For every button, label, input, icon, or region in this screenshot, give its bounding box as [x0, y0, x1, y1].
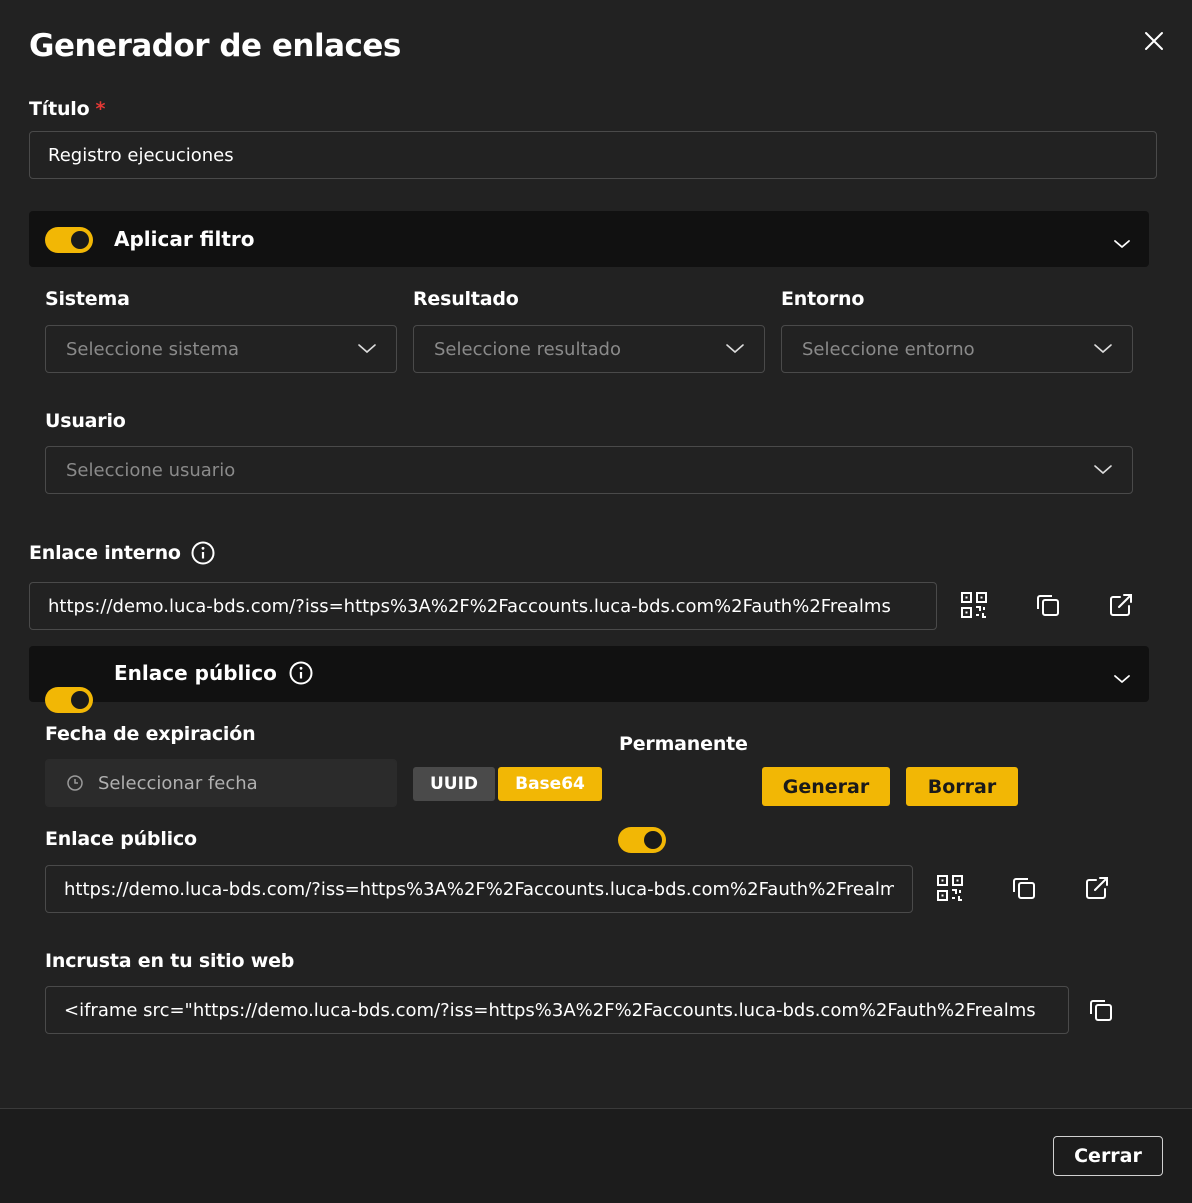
enlace-publico-label: Enlace público: [45, 828, 197, 850]
incrusta-input[interactable]: <iframe src="https://demo.luca-bds.com/?…: [45, 986, 1069, 1034]
enlace-interno-label-text: Enlace interno: [29, 542, 181, 564]
external-link-icon[interactable]: [1082, 873, 1112, 903]
info-icon[interactable]: [191, 541, 215, 565]
resultado-select[interactable]: Seleccione resultado: [413, 325, 765, 373]
permanente-toggle[interactable]: [618, 827, 666, 853]
sistema-select[interactable]: Seleccione sistema: [45, 325, 397, 373]
usuario-select[interactable]: Seleccione usuario: [45, 446, 1133, 494]
copy-icon[interactable]: [1086, 995, 1116, 1025]
generar-button[interactable]: Generar: [762, 767, 890, 806]
entorno-label: Entorno: [781, 288, 865, 310]
enlace-interno-value: https://demo.luca-bds.com/?iss=https%3A%…: [48, 595, 891, 617]
entorno-select[interactable]: Seleccione entorno: [781, 325, 1133, 373]
dialog-title: Generador de enlaces: [29, 28, 401, 64]
copy-icon[interactable]: [1009, 873, 1039, 903]
borrar-button[interactable]: Borrar: [906, 767, 1018, 806]
close-button[interactable]: Cerrar: [1053, 1136, 1163, 1176]
chevron-down-icon[interactable]: [1113, 234, 1131, 253]
public-link-panel-title-text: Enlace público: [114, 661, 277, 685]
resultado-label: Resultado: [413, 288, 519, 310]
titulo-label-text: Título: [29, 98, 90, 120]
info-icon[interactable]: [289, 661, 313, 685]
titulo-input-value: Registro ejecuciones: [48, 144, 234, 166]
incrusta-label: Incrusta en tu sitio web: [45, 950, 295, 972]
qr-code-icon[interactable]: [959, 590, 989, 620]
external-link-icon[interactable]: [1106, 590, 1136, 620]
qr-code-icon[interactable]: [935, 873, 965, 903]
chevron-down-icon: [1094, 344, 1112, 354]
filter-panel-title: Aplicar filtro: [114, 227, 255, 251]
close-icon[interactable]: [1142, 29, 1166, 53]
fecha-placeholder: Seleccionar fecha: [98, 772, 258, 794]
chevron-down-icon: [358, 344, 376, 354]
sistema-label: Sistema: [45, 288, 130, 310]
sistema-placeholder: Seleccione sistema: [66, 338, 240, 360]
format-base64-button[interactable]: Base64: [498, 767, 602, 801]
chevron-down-icon[interactable]: [1113, 669, 1131, 688]
copy-icon[interactable]: [1033, 590, 1063, 620]
incrusta-value: <iframe src="https://demo.luca-bds.com/?…: [64, 999, 1036, 1021]
usuario-placeholder: Seleccione usuario: [66, 459, 236, 481]
enlace-publico-value: https://demo.luca-bds.com/?iss=https%3A%…: [64, 878, 894, 900]
dialog-footer: [0, 1109, 1192, 1203]
filter-toggle[interactable]: [45, 227, 93, 253]
format-uuid-button[interactable]: UUID: [413, 767, 495, 801]
titulo-input[interactable]: Registro ejecuciones: [29, 131, 1157, 179]
chevron-down-icon: [726, 344, 744, 354]
enlace-publico-input[interactable]: https://demo.luca-bds.com/?iss=https%3A%…: [45, 865, 913, 913]
required-mark: *: [95, 98, 106, 120]
chevron-down-icon: [1094, 465, 1112, 475]
enlace-interno-input[interactable]: https://demo.luca-bds.com/?iss=https%3A%…: [29, 582, 937, 630]
public-link-toggle[interactable]: [45, 687, 93, 713]
public-link-panel-title: Enlace público: [114, 661, 313, 685]
resultado-placeholder: Seleccione resultado: [434, 338, 621, 360]
titulo-label: Título *: [29, 98, 105, 120]
fecha-picker[interactable]: Seleccionar fecha: [45, 759, 397, 807]
permanente-label: Permanente: [619, 733, 748, 755]
enlace-interno-label: Enlace interno: [29, 541, 215, 565]
entorno-placeholder: Seleccione entorno: [802, 338, 975, 360]
clock-icon: [67, 775, 83, 791]
usuario-label: Usuario: [45, 410, 126, 432]
expiracion-label: Fecha de expiración: [45, 723, 256, 745]
